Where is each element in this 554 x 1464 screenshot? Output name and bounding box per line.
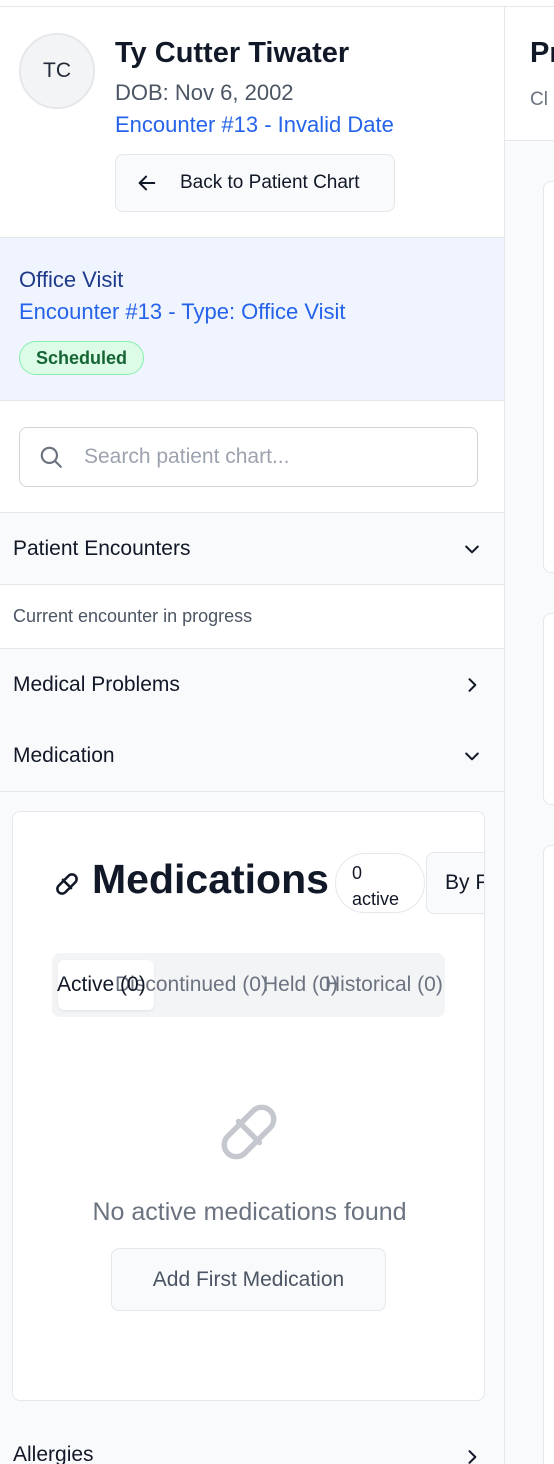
main-header: Pr Cl	[505, 7, 554, 141]
encounter-link[interactable]: Encounter #13 - Invalid Date	[115, 112, 394, 138]
medications-card: Medications 0 active By Provider Discont…	[12, 811, 485, 1401]
search-input[interactable]	[84, 445, 444, 469]
avatar: TC	[19, 33, 95, 109]
patient-sidebar: TC Ty Cutter Tiwater DOB: Nov 6, 2002 En…	[0, 7, 505, 1464]
patient-name: Ty Cutter Tiwater	[115, 37, 350, 69]
arrow-left-icon	[138, 175, 156, 191]
section-title: Medical Problems	[13, 672, 180, 696]
search-icon	[40, 446, 62, 468]
back-to-chart-button[interactable]: Back to Patient Chart	[115, 154, 395, 212]
main-subtitle: Cl	[530, 89, 548, 110]
avatar-initials: TC	[43, 59, 71, 82]
main-content-panel: Pr Cl	[505, 7, 554, 1464]
tab-active[interactable]: Active (0)	[57, 953, 146, 1017]
visit-title: Office Visit	[19, 267, 124, 292]
encounter-summary: Office Visit Encounter #13 - Type: Offic…	[0, 238, 504, 401]
section-title: Patient Encounters	[13, 536, 191, 560]
medications-title: Medications	[92, 856, 329, 902]
back-button-label: Back to Patient Chart	[180, 172, 360, 193]
chevron-right-icon	[468, 1450, 477, 1464]
add-first-medication-button[interactable]: Add First Medication	[111, 1248, 386, 1311]
patient-dob: DOB: Nov 6, 2002	[115, 80, 294, 105]
content-card	[543, 845, 554, 1464]
main-title: Pr	[530, 37, 554, 69]
group-by-provider-button[interactable]: By Provider	[426, 852, 484, 914]
encounter-note: Current encounter in progress	[0, 584, 504, 649]
section-title: Allergies	[13, 1443, 94, 1464]
medication-tabs: Discontinued (0) Held (0) Historical (0)…	[52, 953, 445, 1017]
status-badge: Scheduled	[19, 341, 145, 375]
section-allergies[interactable]: Allergies	[0, 1421, 504, 1464]
section-title: Medication	[13, 743, 115, 767]
visit-subtitle: Encounter #13 - Type: Office Visit	[19, 299, 346, 324]
chevron-right-icon	[468, 677, 477, 692]
active-label: active	[352, 889, 400, 909]
active-count: 0	[352, 863, 363, 883]
section-medication[interactable]: Medication	[0, 720, 504, 792]
search-area	[0, 401, 504, 513]
active-count-badge: 0 active	[335, 853, 425, 913]
chevron-down-icon	[465, 545, 479, 553]
pill-icon	[221, 1104, 277, 1160]
chevron-down-icon	[465, 752, 479, 760]
section-medical-problems[interactable]: Medical Problems	[0, 649, 504, 721]
search-box[interactable]	[19, 427, 478, 487]
tab-historical[interactable]: Historical (0)	[325, 953, 443, 1017]
content-card	[543, 613, 554, 805]
section-patient-encounters[interactable]: Patient Encounters	[0, 513, 504, 585]
empty-state-text: No active medications found	[92, 1198, 407, 1226]
medication-panel: Medications 0 active By Provider Discont…	[0, 792, 504, 1421]
pill-icon	[56, 873, 78, 895]
patient-header: TC Ty Cutter Tiwater DOB: Nov 6, 2002 En…	[0, 7, 504, 238]
content-card	[543, 181, 554, 573]
